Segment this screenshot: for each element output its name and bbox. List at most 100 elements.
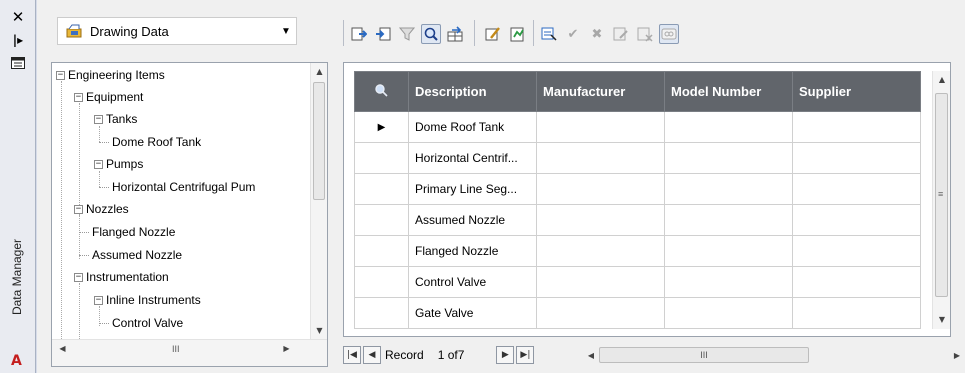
previous-record-icon[interactable]: ◀ — [363, 346, 381, 364]
cell-supplier[interactable] — [792, 142, 921, 174]
collapse-icon[interactable]: − — [74, 92, 83, 102]
export-icon[interactable] — [349, 24, 369, 44]
annotate-icon[interactable] — [483, 24, 503, 44]
collapse-icon[interactable]: − — [94, 159, 103, 169]
row-selector[interactable] — [354, 297, 409, 329]
table-row[interactable]: Gate Valve — [354, 297, 921, 329]
tree-node-nozzles[interactable]: − Nozzles — [74, 200, 129, 218]
delete-record-icon[interactable] — [635, 24, 655, 44]
accept-icon[interactable]: ✔ — [563, 24, 583, 44]
row-selector[interactable] — [354, 266, 409, 298]
cell-supplier[interactable] — [792, 111, 921, 143]
scroll-thumb[interactable] — [313, 82, 325, 200]
cell-description[interactable]: Primary Line Seg... — [408, 173, 537, 205]
table-row[interactable]: Primary Line Seg... — [354, 173, 921, 205]
collapse-icon[interactable]: − — [56, 70, 65, 80]
grid-vertical-scrollbar[interactable]: ▲ ≡ ▼ — [932, 71, 950, 329]
row-selector[interactable] — [354, 235, 409, 267]
cell-model-number[interactable] — [664, 204, 793, 236]
cell-description[interactable]: Horizontal Centrif... — [408, 142, 537, 174]
collapse-icon[interactable]: − — [94, 114, 103, 124]
tree-horizontal-scrollbar[interactable]: ◀ III ▶ — [52, 339, 327, 366]
row-selector[interactable] — [354, 204, 409, 236]
collapse-icon[interactable]: − — [74, 204, 83, 214]
collapse-icon[interactable]: − — [74, 272, 83, 282]
cell-model-number[interactable] — [664, 142, 793, 174]
table-row[interactable]: Horizontal Centrif... — [354, 142, 921, 174]
scroll-up-icon[interactable]: ▲ — [933, 71, 951, 89]
cell-manufacturer[interactable] — [536, 173, 665, 205]
cell-manufacturer[interactable] — [536, 111, 665, 143]
cell-supplier[interactable] — [792, 173, 921, 205]
select-row-icon[interactable] — [539, 24, 559, 44]
cell-manufacturer[interactable] — [536, 204, 665, 236]
table-row[interactable]: ▶ Dome Roof Tank — [354, 111, 921, 143]
properties-icon[interactable] — [9, 54, 27, 72]
row-selector[interactable] — [354, 173, 409, 205]
cell-manufacturer[interactable] — [536, 297, 665, 329]
scroll-down-icon[interactable]: ▼ — [933, 311, 951, 329]
cell-manufacturer[interactable] — [536, 266, 665, 298]
scroll-thumb[interactable]: III — [599, 347, 809, 363]
cell-model-number[interactable] — [664, 297, 793, 329]
cell-description[interactable]: Gate Valve — [408, 297, 537, 329]
cell-model-number[interactable] — [664, 266, 793, 298]
column-header-description[interactable]: Description — [408, 71, 537, 112]
table-row[interactable]: Assumed Nozzle — [354, 204, 921, 236]
tree-node-assumed-nozzle[interactable]: Assumed Nozzle — [79, 246, 182, 264]
chevron-down-icon[interactable]: ▼ — [276, 26, 296, 37]
row-selector[interactable]: ▶ — [354, 111, 409, 143]
first-record-icon[interactable]: |◀ — [343, 346, 361, 364]
report-icon[interactable] — [507, 24, 527, 44]
scroll-up-icon[interactable]: ▲ — [311, 63, 328, 80]
zoom-to-icon[interactable] — [421, 24, 441, 44]
cell-supplier[interactable] — [792, 235, 921, 267]
tree-node-inline-instruments[interactable]: − Inline Instruments — [94, 291, 201, 309]
row-selector[interactable] — [354, 142, 409, 174]
table-row[interactable]: Control Valve — [354, 266, 921, 298]
cell-description[interactable]: Assumed Nozzle — [408, 204, 537, 236]
cell-manufacturer[interactable] — [536, 235, 665, 267]
scroll-left-icon[interactable]: ◀ — [54, 344, 71, 353]
tree-node-control-valve[interactable]: Control Valve — [99, 314, 183, 332]
tree-node-dome-roof-tank[interactable]: Dome Roof Tank — [99, 133, 201, 151]
tree-node-instrumentation[interactable]: − Instrumentation — [74, 268, 169, 286]
import-icon[interactable] — [373, 24, 393, 44]
cell-model-number[interactable] — [664, 111, 793, 143]
next-record-icon[interactable]: ▶ — [496, 346, 515, 364]
close-icon[interactable]: ✕ — [9, 8, 27, 26]
last-record-icon[interactable]: ▶| — [516, 346, 535, 364]
cell-supplier[interactable] — [792, 297, 921, 329]
edit-record-icon[interactable] — [611, 24, 631, 44]
filter-icon[interactable] — [397, 24, 417, 44]
cell-description[interactable]: Dome Roof Tank — [408, 111, 537, 143]
tree-node-engineering-items[interactable]: − Engineering Items — [56, 66, 165, 84]
collapse-icon[interactable]: − — [94, 295, 103, 305]
scroll-right-icon[interactable]: ▶ — [949, 351, 965, 360]
scroll-down-icon[interactable]: ▼ — [311, 322, 328, 339]
column-header-supplier[interactable]: Supplier — [792, 71, 921, 112]
cell-supplier[interactable] — [792, 204, 921, 236]
view-select[interactable]: Drawing Data ▼ — [57, 17, 297, 45]
grid-horizontal-scrollbar[interactable]: ◀ III ▶ — [583, 344, 965, 366]
cell-model-number[interactable] — [664, 235, 793, 267]
tree-node-pumps[interactable]: − Pumps — [94, 155, 143, 173]
tree-node-flanged-nozzle[interactable]: Flanged Nozzle — [79, 223, 175, 241]
column-header-model-number[interactable]: Model Number — [664, 71, 793, 112]
column-header-manufacturer[interactable]: Manufacturer — [536, 71, 665, 112]
scroll-right-icon[interactable]: ▶ — [278, 344, 295, 353]
tree-node-horizontal-centrifugal-pump[interactable]: Horizontal Centrifugal Pum — [99, 178, 255, 196]
cell-supplier[interactable] — [792, 266, 921, 298]
tree-node-tanks[interactable]: − Tanks — [94, 110, 137, 128]
tree-vertical-scrollbar[interactable]: ▲ ▼ — [310, 63, 327, 339]
grid-corner-header[interactable] — [354, 71, 409, 112]
link-icon[interactable] — [659, 24, 679, 44]
tree-node-equipment[interactable]: − Equipment — [74, 88, 143, 106]
table-row[interactable]: Flanged Nozzle — [354, 235, 921, 267]
cell-manufacturer[interactable] — [536, 142, 665, 174]
cell-description[interactable]: Control Valve — [408, 266, 537, 298]
reject-icon[interactable]: ✖ — [587, 24, 607, 44]
auto-hide-icon[interactable]: |▸ — [9, 31, 27, 49]
table-export-icon[interactable] — [445, 24, 465, 44]
cell-model-number[interactable] — [664, 173, 793, 205]
